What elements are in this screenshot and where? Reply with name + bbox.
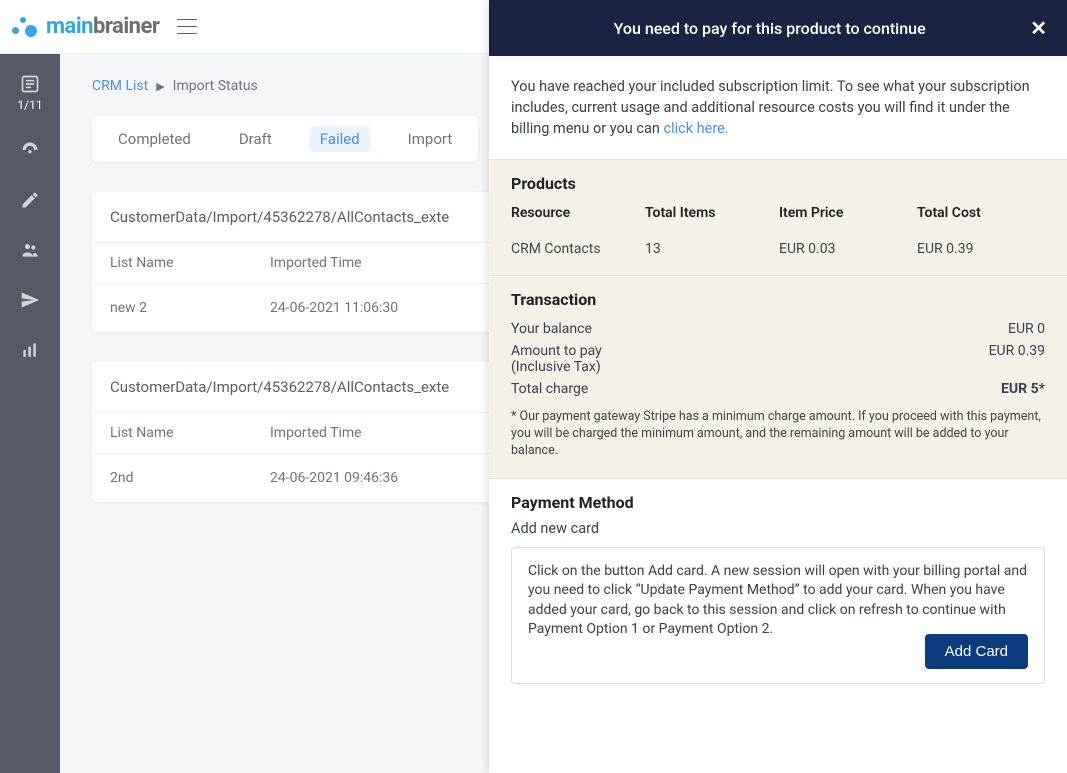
panel-title: You need to pay for this product to cont… xyxy=(509,19,1030,38)
logo[interactable]: mainbrainer xyxy=(12,13,159,41)
products-head-item-price: Item Price xyxy=(779,205,917,221)
balance-value: EUR 0 xyxy=(1008,321,1045,337)
payment-method-heading: Payment Method xyxy=(511,493,1045,512)
add-new-card-label: Add new card xyxy=(511,520,1045,537)
breadcrumb-root[interactable]: CRM List xyxy=(92,78,148,94)
sidebar-item-edit[interactable] xyxy=(0,190,60,212)
panel-body: You have reached your included subscript… xyxy=(489,56,1067,773)
logo-icon xyxy=(12,13,40,41)
close-icon[interactable]: ✕ xyxy=(1030,16,1047,40)
breadcrumb-current: Import Status xyxy=(173,78,258,94)
cell-listname: new 2 xyxy=(110,300,270,316)
chevron-right-icon: ▶ xyxy=(156,80,164,93)
sidebar-item-dashboard[interactable] xyxy=(0,140,60,162)
products-heading: Products xyxy=(511,174,1045,193)
panel-intro-text: You have reached your included subscript… xyxy=(511,78,1030,137)
gauge-icon xyxy=(20,140,40,160)
logo-text: mainbrainer xyxy=(46,14,159,39)
sidebar-progress-label: 1/11 xyxy=(17,98,42,112)
sidebar-item-people[interactable] xyxy=(0,240,60,262)
tab-completed[interactable]: Completed xyxy=(108,126,201,152)
status-tabs: Completed Draft Failed Import xyxy=(92,116,478,162)
transaction-heading: Transaction xyxy=(511,290,1045,309)
products-head-total-cost: Total Cost xyxy=(917,205,1045,221)
amount-label: Amount to pay (Inclusive Tax) xyxy=(511,343,602,375)
products-table-row: CRM Contacts 13 EUR 0.03 EUR 0.39 xyxy=(511,241,1045,257)
users-icon xyxy=(20,240,40,260)
products-head-resource: Resource xyxy=(511,205,645,221)
payment-method-section: Payment Method Add new card Click on the… xyxy=(489,479,1067,703)
sidebar-item-send[interactable] xyxy=(0,290,60,312)
transaction-row-total: Total charge EUR 5* xyxy=(511,381,1045,397)
products-table-head: Resource Total Items Item Price Total Co… xyxy=(511,205,1045,221)
amount-value: EUR 0.39 xyxy=(989,343,1045,375)
panel-intro-link[interactable]: click here. xyxy=(663,120,728,137)
col-header-listname: List Name xyxy=(110,255,270,271)
products-cell-item-price: EUR 0.03 xyxy=(779,241,917,257)
transaction-row-balance: Your balance EUR 0 xyxy=(511,321,1045,337)
menu-toggle-icon[interactable] xyxy=(177,19,197,35)
transaction-row-amount: Amount to pay (Inclusive Tax) EUR 0.39 xyxy=(511,343,1045,375)
amount-sublabel: (Inclusive Tax) xyxy=(511,359,601,375)
amount-label-text: Amount to pay xyxy=(511,343,602,359)
sidebar-item-reports[interactable] xyxy=(0,340,60,362)
card-instructions-text: Click on the button Add card. A new sess… xyxy=(528,563,1027,638)
pencil-icon xyxy=(20,190,40,210)
tab-draft[interactable]: Draft xyxy=(229,126,282,152)
products-head-total-items: Total Items xyxy=(645,205,779,221)
bar-chart-icon xyxy=(20,340,40,360)
paper-plane-icon xyxy=(20,290,40,310)
products-cell-resource: CRM Contacts xyxy=(511,241,645,257)
transaction-section: Transaction Your balance EUR 0 Amount to… xyxy=(489,276,1067,479)
panel-header: You need to pay for this product to cont… xyxy=(489,0,1067,56)
balance-label: Your balance xyxy=(511,321,592,337)
col-header-listname: List Name xyxy=(110,425,270,441)
tab-import[interactable]: Import xyxy=(398,126,463,152)
transaction-footnote: * Our payment gateway Stripe has a minim… xyxy=(511,409,1045,460)
checklist-icon xyxy=(20,74,40,94)
sidebar-item-progress[interactable]: 1/11 xyxy=(0,74,60,112)
total-value: EUR 5* xyxy=(1001,381,1045,397)
tab-failed[interactable]: Failed xyxy=(310,126,370,152)
products-section: Products Resource Total Items Item Price… xyxy=(489,159,1067,276)
products-cell-total-cost: EUR 0.39 xyxy=(917,241,1045,257)
payment-panel: You need to pay for this product to cont… xyxy=(489,0,1067,773)
card-instructions-box: Click on the button Add card. A new sess… xyxy=(511,547,1045,685)
panel-intro: You have reached your included subscript… xyxy=(489,56,1067,159)
total-label: Total charge xyxy=(511,381,588,397)
products-cell-total-items: 13 xyxy=(645,241,779,257)
sidebar: 1/11 xyxy=(0,54,60,773)
cell-listname: 2nd xyxy=(110,470,270,486)
add-card-button[interactable]: Add Card xyxy=(925,634,1028,669)
